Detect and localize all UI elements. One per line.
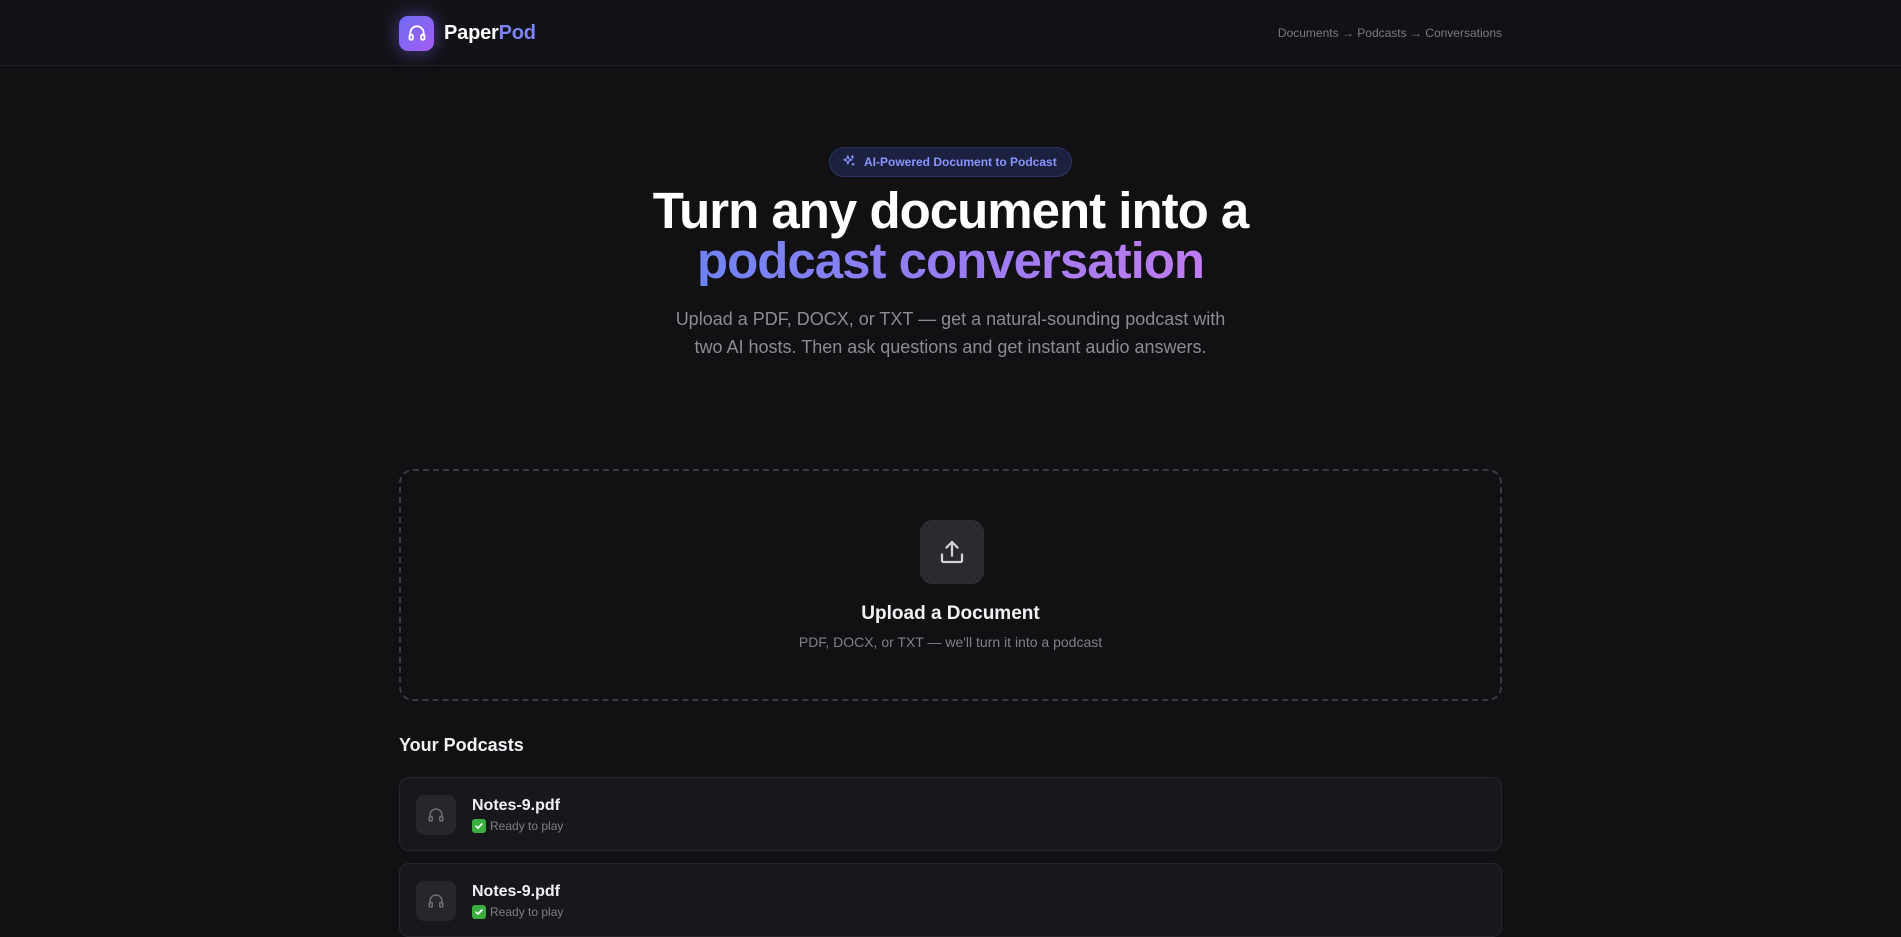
sparkles-icon (842, 154, 856, 171)
podcast-status-text: Ready to play (490, 905, 564, 919)
breadcrumb: Documents → Podcasts → Conversations (1278, 26, 1502, 40)
brand-name-pod: Pod (498, 21, 536, 44)
check-mark-icon (472, 819, 486, 833)
upload-subtitle: PDF, DOCX, or TXT — we'll turn it into a… (798, 634, 1103, 650)
upload-dropzone[interactable]: Upload a Document PDF, DOCX, or TXT — we… (399, 469, 1502, 701)
check-mark-icon (472, 905, 486, 919)
podcast-filename: Notes-9.pdf (472, 797, 560, 814)
hero-subtitle: Upload a PDF, DOCX, or TXT — get a natur… (675, 309, 1226, 357)
headphones-icon (399, 15, 434, 51)
podcast-list-item[interactable]: Notes-9.pdf Ready to play (399, 777, 1502, 851)
hero-title-gradient-line: podcast conversation (696, 232, 1205, 289)
upload-title: Upload a Document (861, 603, 1040, 624)
podcast-file-icon (416, 795, 456, 835)
brand-name: PaperPod (444, 22, 536, 45)
podcast-list-item[interactable]: Notes-9.pdf Ready to play (399, 863, 1502, 937)
podcast-filename: Notes-9.pdf (472, 883, 560, 900)
your-podcasts-heading: Your Podcasts (399, 735, 524, 755)
podcast-status: Ready to play (472, 905, 563, 919)
ai-powered-badge: AI-Powered Document to Podcast (829, 147, 1072, 177)
hero-title-line1: Turn any document into a (652, 182, 1250, 239)
brand-logo-link[interactable]: PaperPod (399, 15, 536, 51)
breadcrumb-text: Documents → Podcasts → Conversations (1277, 26, 1502, 40)
brand-name-paper: Paper (444, 21, 499, 44)
hero-title: Turn any document into a podcast convers… (0, 182, 1901, 289)
top-navigation-bar: PaperPod Documents → Podcasts → Conversa… (0, 0, 1901, 66)
top-navigation-inner: PaperPod Documents → Podcasts → Conversa… (399, 0, 1502, 66)
podcast-status: Ready to play (472, 819, 563, 833)
badge-label: AI-Powered Document to Podcast (864, 155, 1057, 169)
podcast-file-icon (416, 881, 456, 921)
podcast-status-text: Ready to play (490, 819, 564, 833)
upload-icon (920, 520, 984, 584)
